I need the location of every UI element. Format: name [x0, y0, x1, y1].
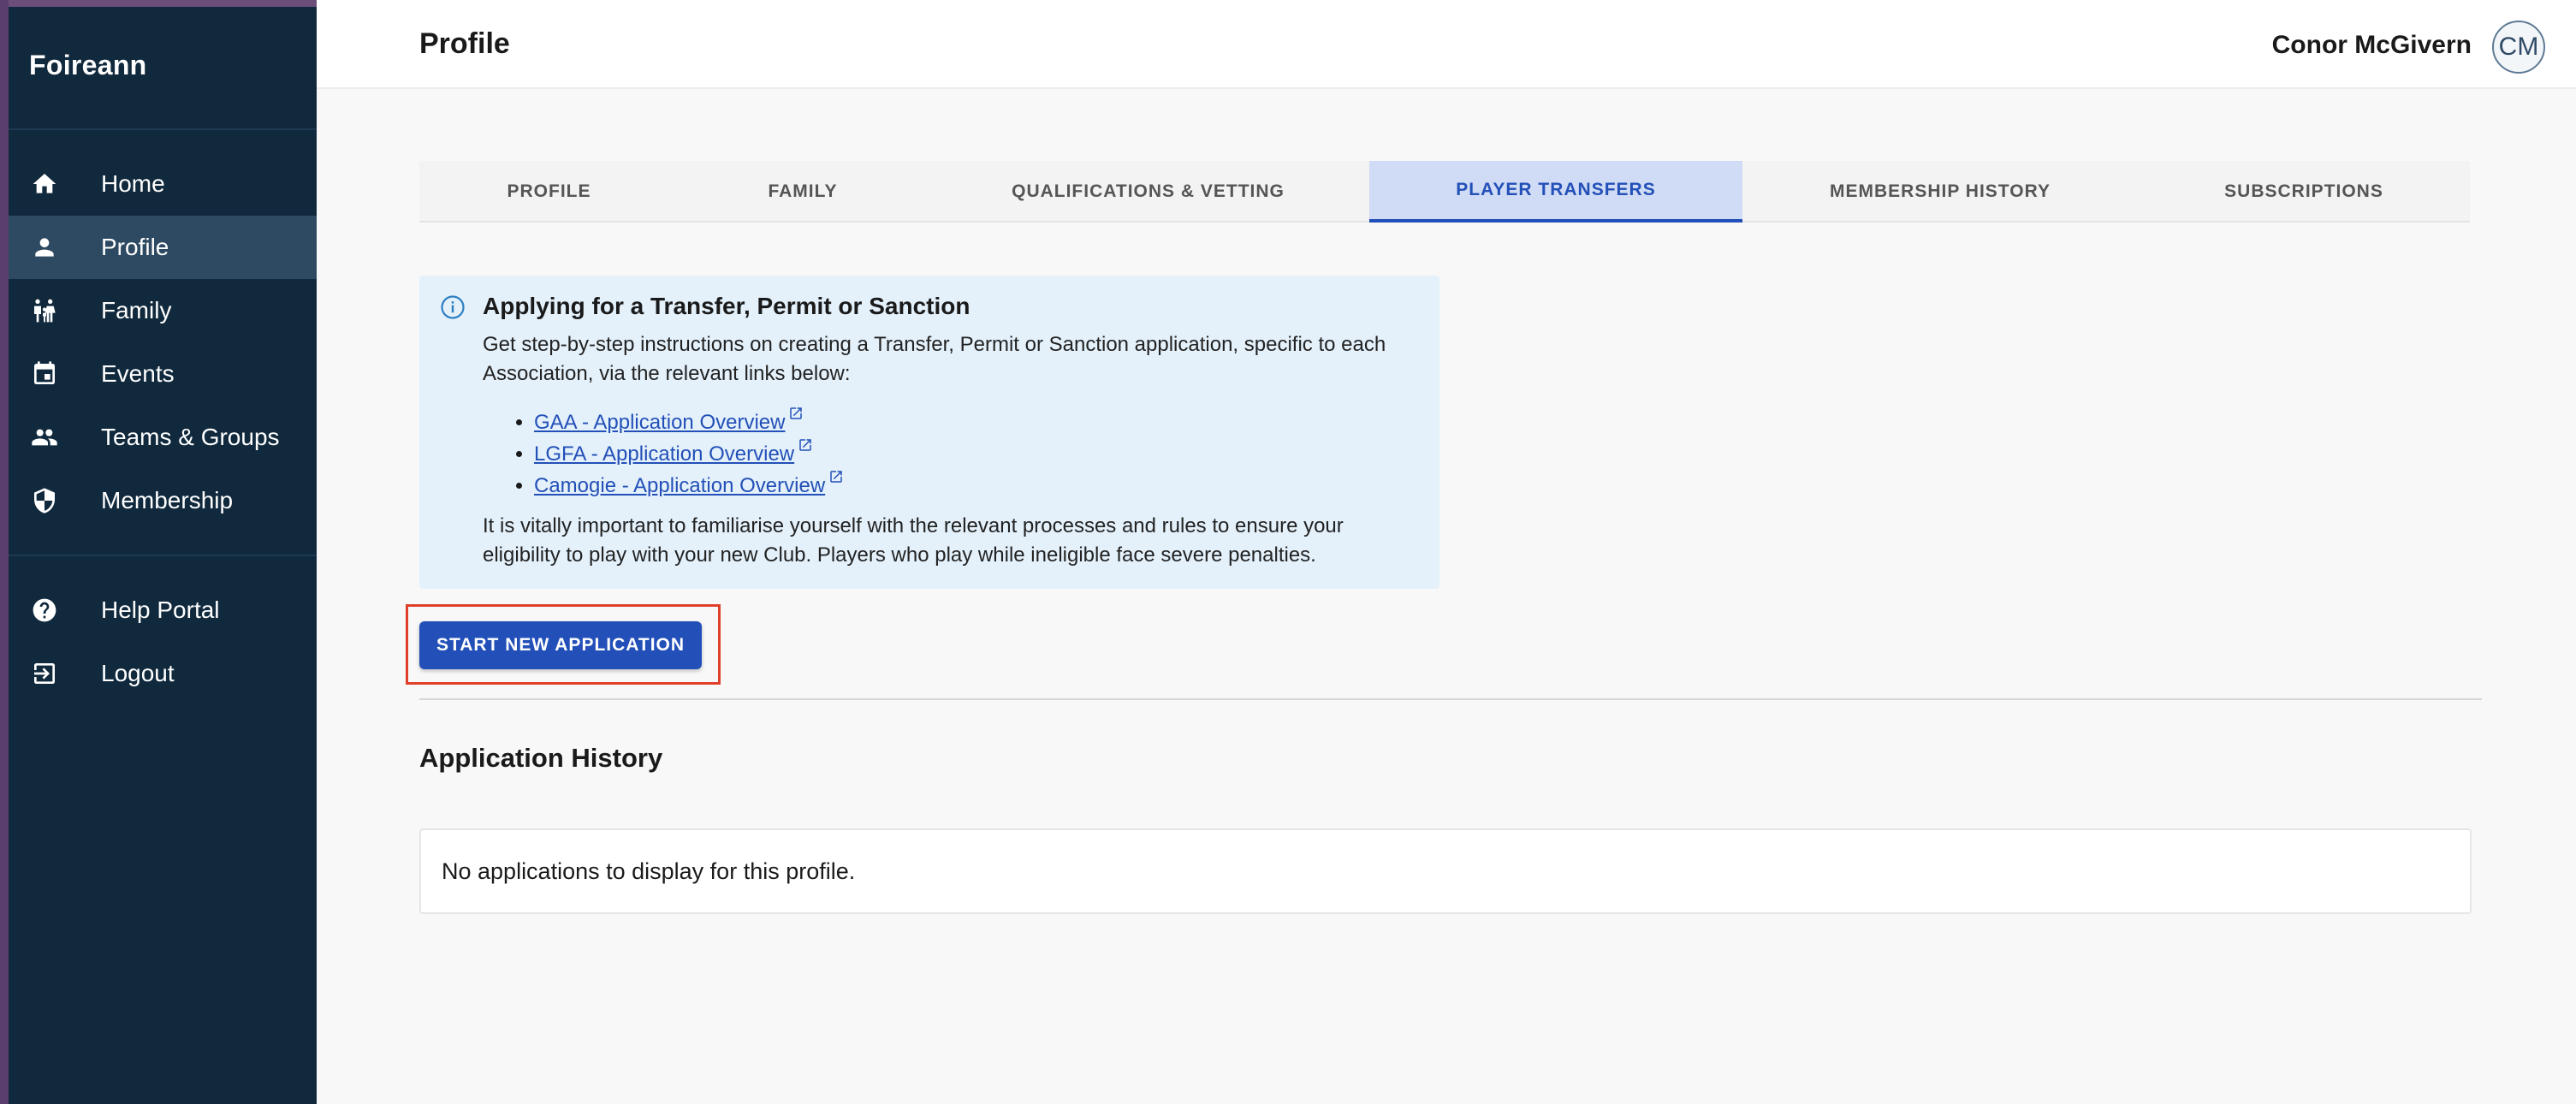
list-item: LGFA - Application Overview: [534, 437, 844, 469]
overview-links: GAA - Application Overview LGFA - Applic…: [513, 406, 844, 501]
list-item: Camogie - Application Overview: [534, 469, 844, 501]
empty-state-card: No applications to display for this prof…: [419, 828, 2472, 914]
person-icon: [31, 234, 58, 261]
sidebar-secondary-nav: Help Portal Logout: [9, 579, 317, 705]
sidebar-item-logout[interactable]: Logout: [9, 642, 317, 705]
gaa-overview-link[interactable]: GAA - Application Overview: [534, 407, 804, 434]
tab-membership-history[interactable]: MEMBERSHIP HISTORY: [1742, 161, 2138, 223]
sidebar-item-label: Membership: [101, 487, 234, 513]
sidebar-item-label: Profile: [101, 234, 169, 260]
page-title: Profile: [419, 27, 510, 60]
sidebar-item-family[interactable]: Family: [9, 279, 317, 342]
external-link-icon: [790, 407, 803, 419]
calendar-icon: [31, 360, 58, 388]
tab-profile[interactable]: PROFILE: [419, 161, 679, 223]
section-divider: [419, 698, 2482, 700]
info-title: Applying for a Transfer, Permit or Sanct…: [483, 293, 970, 319]
sidebar-nav: Home Profile Family Events Teams & Group…: [9, 130, 317, 532]
empty-state-message: No applications to display for this prof…: [442, 858, 856, 884]
external-link-icon: [830, 471, 842, 483]
logout-icon: [31, 660, 58, 687]
tab-player-transfers[interactable]: PLAYER TRANSFERS: [1369, 161, 1742, 223]
tab-family[interactable]: FAMILY: [679, 161, 927, 223]
sidebar-item-teams-groups[interactable]: Teams & Groups: [9, 406, 317, 469]
brand-logo[interactable]: Foireann: [9, 7, 317, 130]
link-label: Camogie - Application Overview: [534, 474, 826, 497]
sidebar-item-label: Home: [101, 170, 165, 197]
tab-subscriptions[interactable]: SUBSCRIPTIONS: [2138, 161, 2470, 223]
shield-icon: [31, 487, 58, 514]
sidebar-item-label: Teams & Groups: [101, 424, 280, 450]
sidebar-item-label: Family: [101, 297, 172, 323]
info-icon: [441, 295, 465, 319]
lgfa-overview-link[interactable]: LGFA - Application Overview: [534, 439, 813, 466]
family-icon: [31, 297, 58, 324]
info-description: Get step-by-step instructions on creatin…: [483, 333, 1386, 385]
start-new-application-button[interactable]: START NEW APPLICATION: [419, 621, 702, 669]
sidebar-item-label: Help Portal: [101, 597, 220, 623]
link-label: LGFA - Application Overview: [534, 442, 795, 466]
sidebar: Foireann Home Profile Family Events Team…: [9, 7, 317, 1104]
info-alert: Applying for a Transfer, Permit or Sanct…: [419, 276, 1439, 589]
group-icon: [31, 424, 58, 451]
sidebar-item-label: Logout: [101, 660, 175, 686]
sidebar-item-membership[interactable]: Membership: [9, 469, 317, 532]
external-link-icon: [799, 439, 811, 451]
main-content: Profile Conor McGivern CM PROFILE FAMILY…: [317, 0, 2576, 1104]
help-icon: [31, 597, 58, 624]
link-label: GAA - Application Overview: [534, 411, 786, 434]
camogie-overview-link[interactable]: Camogie - Application Overview: [534, 471, 844, 497]
window-edge: [0, 0, 9, 1104]
user-name[interactable]: Conor McGivern: [2272, 31, 2472, 60]
list-item: GAA - Application Overview: [534, 406, 844, 437]
sidebar-item-label: Events: [101, 360, 175, 387]
sidebar-item-events[interactable]: Events: [9, 342, 317, 406]
top-bar: Profile Conor McGivern CM: [317, 0, 2576, 89]
sidebar-item-help-portal[interactable]: Help Portal: [9, 579, 317, 642]
tab-qualifications-vetting[interactable]: QUALIFICATIONS & VETTING: [927, 161, 1369, 223]
sidebar-item-profile[interactable]: Profile: [9, 216, 317, 279]
sidebar-item-home[interactable]: Home: [9, 152, 317, 216]
eligibility-warning: It is vitally important to familiarise y…: [483, 514, 1344, 567]
profile-tabs: PROFILE FAMILY QUALIFICATIONS & VETTING …: [419, 161, 2470, 223]
avatar[interactable]: CM: [2492, 21, 2545, 74]
home-icon: [31, 170, 58, 198]
application-history-title: Application History: [419, 743, 663, 773]
sidebar-divider: [9, 555, 317, 556]
